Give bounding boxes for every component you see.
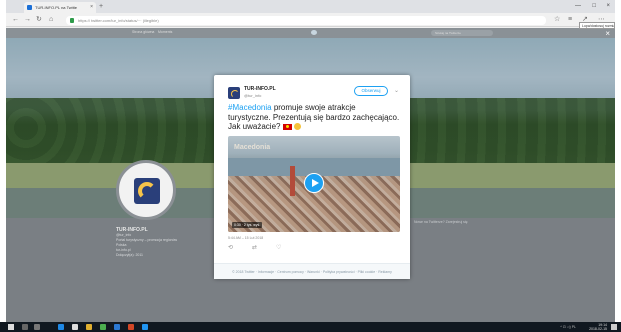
- browser-toolbar: ← → ↻ ⌂ https:// twitter.com/tur_info/st…: [6, 13, 615, 29]
- reload-icon[interactable]: ↻: [36, 15, 42, 25]
- browser-window: TUR-INFO.PL na Twitte × + — □ × ← → ↻ ⌂ …: [6, 0, 615, 322]
- twitter-nav-bar: Strona główna Moments Szukaj na Twitterz…: [6, 28, 615, 38]
- play-button-icon[interactable]: [304, 173, 324, 193]
- tab-strip: TUR-INFO.PL na Twitte × + — □ ×: [6, 0, 615, 13]
- profile-card: TUR-INFO.PL @tur_info Portal turystyczny…: [116, 228, 226, 258]
- close-tab-icon[interactable]: ×: [90, 2, 93, 13]
- forward-icon[interactable]: →: [24, 15, 31, 25]
- hashtag-link[interactable]: #Macedonia: [228, 103, 272, 112]
- profile-joined: Dołączył(a): 2011: [116, 253, 143, 257]
- like-icon[interactable]: ♡: [276, 244, 281, 252]
- new-tab-button[interactable]: +: [99, 2, 103, 11]
- tweet-video[interactable]: Macedonia 0:30 · 2 tys. wyś.: [228, 136, 400, 232]
- home-icon[interactable]: ⌂: [49, 15, 53, 25]
- bookmark-star-icon[interactable]: ☆: [554, 15, 560, 25]
- macedonia-flag-icon: [282, 123, 292, 130]
- file-explorer-icon[interactable]: [72, 324, 78, 330]
- smiley-emoji-icon: [293, 123, 301, 131]
- profile-avatar[interactable]: [116, 160, 176, 220]
- account-avatar[interactable]: [228, 87, 240, 99]
- lock-icon: [70, 18, 74, 23]
- address-bar[interactable]: https:// twitter.com/tur_info/status/···…: [66, 16, 546, 25]
- video-tower: [290, 166, 295, 196]
- word-icon[interactable]: [114, 324, 120, 330]
- app-icon[interactable]: [142, 324, 148, 330]
- retweet-icon[interactable]: ⇄: [252, 244, 257, 252]
- account-handle[interactable]: @tur_info: [244, 93, 261, 98]
- modal-footer-links[interactable]: © 2018 Twitter · Informacje · Centrum po…: [214, 263, 410, 279]
- tab-title: TUR-INFO.PL na Twitte: [35, 5, 78, 10]
- powerpoint-icon[interactable]: [128, 324, 134, 330]
- video-duration: 0:30 · 2 tys. wyś.: [232, 222, 263, 228]
- notification-center-icon[interactable]: [611, 324, 617, 330]
- tweet-text: #Macedonia promuje swoje atrakcje turyst…: [228, 103, 400, 132]
- maximize-button[interactable]: □: [592, 1, 596, 11]
- signup-module[interactable]: Nowe na Twitterze? Zarejestruj się: [414, 220, 504, 240]
- tweet-timestamp[interactable]: 5:44 AM – 15 Lut 2018: [228, 236, 263, 240]
- video-watermark: Macedonia: [234, 144, 271, 151]
- nav-home[interactable]: Strona główna: [132, 30, 154, 34]
- task-view-icon[interactable]: [34, 324, 40, 330]
- twitter-bird-icon[interactable]: [311, 30, 317, 35]
- tweet-modal: TUR-INFO.PL @tur_info Obserwuj ⌄ #Macedo…: [214, 75, 410, 279]
- windows-start-icon[interactable]: [8, 324, 14, 330]
- twitter-page: Strona główna Moments Szukaj na Twitterz…: [6, 28, 615, 322]
- clock-date: 2018-02-15: [589, 327, 607, 331]
- account-name[interactable]: TUR-INFO.PL: [244, 86, 276, 92]
- edge-browser-icon[interactable]: [58, 324, 64, 330]
- zoom-tooltip: Lupa/dostosuj rozmiar tekstu: [579, 22, 615, 29]
- close-modal-icon[interactable]: ×: [605, 30, 610, 38]
- twitter-search-input[interactable]: Szukaj na Twitterze: [431, 30, 493, 36]
- twitter-favicon-icon: [27, 5, 32, 10]
- windows-taskbar: ^ ⊡ ◁) PL 19:14 2018-02-15: [0, 322, 621, 332]
- back-icon[interactable]: ←: [12, 15, 19, 25]
- brand-swoosh-icon: [138, 182, 156, 200]
- close-window-button[interactable]: ×: [606, 1, 610, 11]
- minimize-button[interactable]: —: [575, 1, 581, 11]
- url-text: https:// twitter.com/tur_info/status/···…: [78, 18, 159, 23]
- browser-tab[interactable]: TUR-INFO.PL na Twitte ×: [24, 2, 96, 13]
- reply-icon[interactable]: ⟲: [228, 244, 233, 252]
- taskbar-clock[interactable]: 19:14 2018-02-15: [589, 323, 607, 331]
- reading-list-icon[interactable]: ≡: [568, 15, 572, 25]
- store-icon[interactable]: [100, 324, 106, 330]
- follow-button[interactable]: Obserwuj: [354, 86, 388, 96]
- nav-moments[interactable]: Moments: [158, 30, 172, 34]
- folder-icon[interactable]: [86, 324, 92, 330]
- search-icon[interactable]: [22, 324, 28, 330]
- system-tray[interactable]: ^ ⊡ ◁) PL: [560, 324, 576, 330]
- chevron-down-icon[interactable]: ⌄: [394, 86, 399, 96]
